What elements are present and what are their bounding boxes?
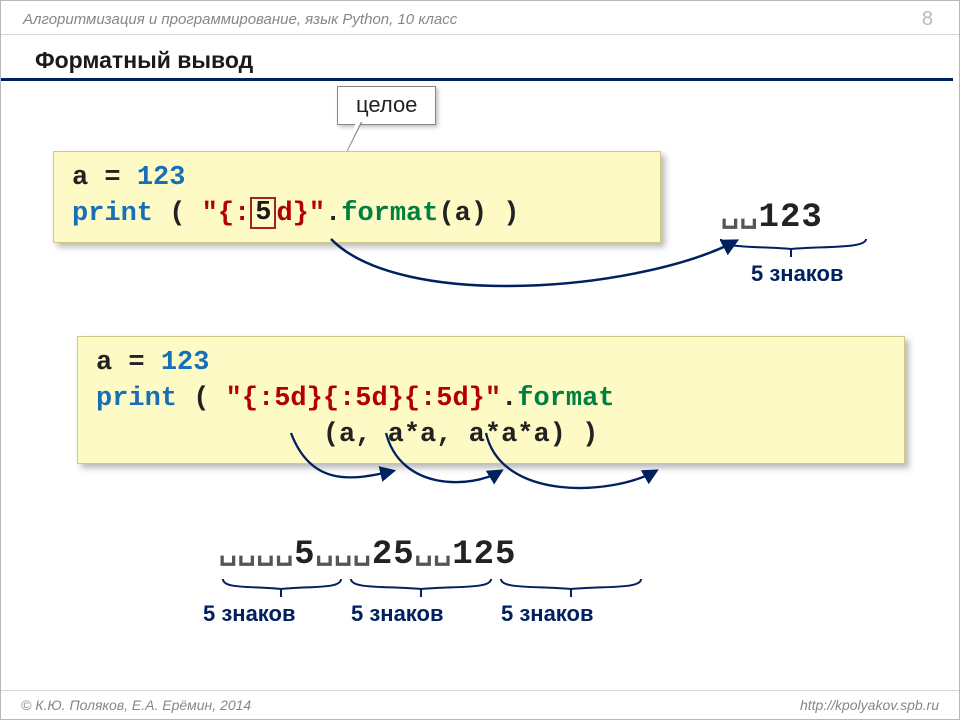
sign-label-a: 5 знаков xyxy=(203,601,296,627)
code-block-1: a = 123 print ( "{:5d}".format(a) ) xyxy=(53,151,661,243)
sign-label-b: 5 знаков xyxy=(351,601,444,627)
copyright: © К.Ю. Поляков, Е.А. Ерёмин, 2014 xyxy=(21,697,251,713)
slide-content: целое a = 123 print ( "{:5d}".format(a) … xyxy=(1,81,959,691)
breadcrumb-bar: Алгоритмизация и программирование, язык … xyxy=(1,1,959,35)
page-number: 8 xyxy=(922,8,933,31)
footer: © К.Ю. Поляков, Е.А. Ерёмин, 2014 http:/… xyxy=(1,690,959,719)
code-block-2: a = 123 print ( "{:5d}{:5d}{:5d}".format… xyxy=(77,336,905,464)
output-2: ␣␣␣␣5␣␣␣25␣␣125 xyxy=(219,536,516,574)
callout-integer: целое xyxy=(337,86,436,125)
output-1: ␣␣123 xyxy=(721,199,823,237)
breadcrumb: Алгоритмизация и программирование, язык … xyxy=(23,11,457,28)
page-title: Форматный вывод xyxy=(1,35,953,81)
footer-url: http://kpolyakov.spb.ru xyxy=(800,697,939,713)
format-width-5: 5 xyxy=(250,197,276,229)
sign-label-1: 5 знаков xyxy=(751,261,844,287)
sign-label-c: 5 знаков xyxy=(501,601,594,627)
